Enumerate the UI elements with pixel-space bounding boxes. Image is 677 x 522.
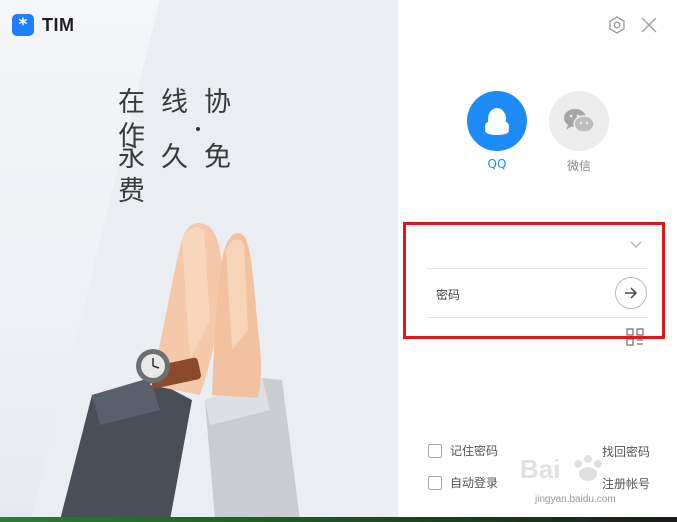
close-icon[interactable]: [640, 16, 658, 34]
qq-tab-circle: [467, 91, 527, 151]
password-input[interactable]: [434, 278, 608, 312]
bottom-edge-bar: [0, 517, 677, 522]
remember-password-checkbox[interactable]: [428, 443, 442, 458]
forgot-password-link[interactable]: 找回密码: [602, 443, 650, 460]
password-field: [427, 270, 647, 318]
login-arrow-button[interactable]: [615, 277, 647, 309]
promo-panel: * TIM 在线协作 永久免费: [0, 0, 398, 522]
auto-login-option[interactable]: 自动登录: [428, 474, 498, 491]
arrow-right-icon: [625, 287, 638, 299]
wechat-icon: [564, 109, 595, 133]
register-account-link[interactable]: 注册帐号: [602, 475, 650, 492]
remember-password-label: 记住密码: [450, 444, 499, 458]
login-panel: QQ 微信 记住密码 自动登录 找回密码 注册帐号: [398, 0, 677, 522]
remember-password-option[interactable]: 记住密码: [428, 442, 498, 459]
auto-login-label: 自动登录: [450, 476, 499, 490]
account-field: [427, 228, 647, 269]
tab-qq-label: QQ: [487, 157, 507, 171]
tab-wechat-label: 微信: [566, 159, 591, 173]
auto-login-checkbox[interactable]: [428, 475, 442, 490]
tab-qq-login[interactable]: QQ: [467, 91, 527, 171]
qr-code-icon[interactable]: [626, 328, 644, 346]
chevron-down-icon[interactable]: [629, 240, 643, 250]
qq-penguin-icon: [485, 108, 509, 135]
praying-hands-illustration: [60, 222, 300, 520]
settings-icon[interactable]: [608, 16, 626, 34]
wechat-tab-circle: [549, 91, 609, 151]
account-input[interactable]: [427, 232, 621, 266]
tab-wechat-login[interactable]: 微信: [549, 91, 609, 174]
